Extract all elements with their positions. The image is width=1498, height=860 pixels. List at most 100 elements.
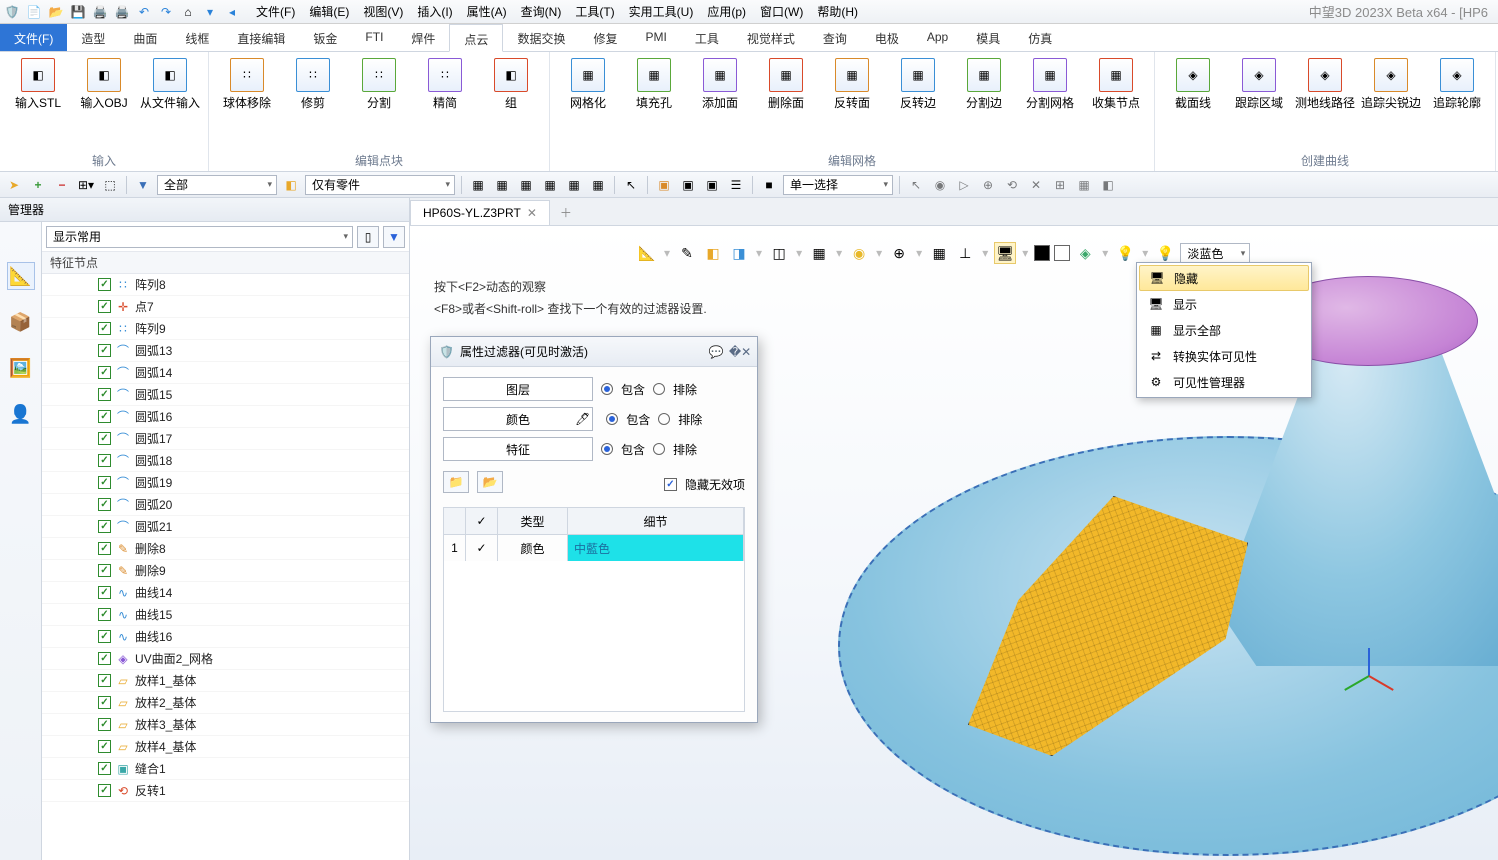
part-view-icon[interactable]: 📦 (7, 308, 35, 336)
nav-prev-icon[interactable]: ◂ (224, 4, 240, 20)
cursor-icon[interactable]: ➤ (4, 175, 24, 195)
ribbon-button[interactable]: ▦删除面 (756, 56, 816, 112)
tree-item-checkbox[interactable]: ✓ (98, 762, 111, 775)
dropdown-arrow-icon[interactable]: ▾ (202, 4, 218, 20)
ribbon-tab[interactable]: 钣金 (299, 24, 351, 51)
menu-icon[interactable]: ☰ (726, 175, 746, 195)
tree-item[interactable]: ✓▱放样2_基体 (42, 692, 409, 714)
tool-icon[interactable]: ▦ (588, 175, 608, 195)
ribbon-button[interactable]: ∷精简 (415, 56, 475, 112)
exclude-radio[interactable] (653, 383, 665, 395)
filter-field[interactable]: 图层 (443, 377, 593, 401)
ribbon-tab[interactable]: FTI (351, 24, 397, 51)
tree-item[interactable]: ✓▱放样1_基体 (42, 670, 409, 692)
filter-field[interactable]: 特征 (443, 437, 593, 461)
tree-item-checkbox[interactable]: ✓ (98, 564, 111, 577)
tree-item-checkbox[interactable]: ✓ (98, 784, 111, 797)
menu-item[interactable]: 编辑(E) (303, 1, 355, 22)
axis-icon[interactable]: 📐 (636, 242, 658, 264)
layers-icon[interactable]: ◈ (1074, 242, 1096, 264)
document-tab[interactable]: HP60S-YL.Z3PRT ✕ (410, 200, 550, 225)
ribbon-tab[interactable]: PMI (631, 24, 680, 51)
tree-item[interactable]: ✓✎删除8 (42, 538, 409, 560)
tool-icon[interactable]: ⊕ (978, 175, 998, 195)
dropdown-item[interactable]: 🖥显示 (1139, 291, 1309, 317)
grid-header-check[interactable]: ✓ (466, 508, 498, 534)
cube-icon[interactable]: ◨ (728, 242, 750, 264)
tree-item[interactable]: ✓▣缝合1 (42, 758, 409, 780)
filter-combo-all[interactable]: 全部 (157, 175, 277, 195)
wireframe-icon[interactable]: ◫ (768, 242, 790, 264)
tree-item-checkbox[interactable]: ✓ (98, 366, 111, 379)
tool-icon[interactable]: ▦ (1074, 175, 1094, 195)
tool-icon[interactable]: ↖ (906, 175, 926, 195)
include-radio[interactable] (606, 413, 618, 425)
tool-icon[interactable]: ▣ (678, 175, 698, 195)
ribbon-button[interactable]: ◧输入OBJ (74, 56, 134, 112)
ribbon-button[interactable]: ◈追踪轮廓 (1427, 56, 1487, 112)
visibility-dropdown[interactable]: 🖥隐藏🖥显示▦显示全部⇄转换实体可见性⚙可见性管理器 (1136, 262, 1312, 398)
open-icon[interactable]: 📂 (48, 4, 64, 20)
tree-item-checkbox[interactable]: ✓ (98, 410, 111, 423)
new-icon[interactable]: 📄 (26, 4, 42, 20)
tree-item[interactable]: ✓⌒圆弧14 (42, 362, 409, 384)
save-icon[interactable]: 💾 (70, 4, 86, 20)
grid-icon[interactable]: ▦ (928, 242, 950, 264)
folder-add-icon[interactable]: 📁 (443, 471, 469, 493)
ribbon-tab[interactable]: 模具 (962, 24, 1014, 51)
menu-item[interactable]: 查询(N) (515, 1, 568, 22)
menu-item[interactable]: 应用(p) (701, 1, 752, 22)
tree-item-checkbox[interactable]: ✓ (98, 652, 111, 665)
tree-item-checkbox[interactable]: ✓ (98, 388, 111, 401)
tree-item[interactable]: ✓✎删除9 (42, 560, 409, 582)
folder-remove-icon[interactable]: 📂 (477, 471, 503, 493)
tree-item[interactable]: ✓⌒圆弧13 (42, 340, 409, 362)
tree-item[interactable]: ✓∷阵列9 (42, 318, 409, 340)
ribbon-button[interactable]: ∷球体移除 (217, 56, 277, 112)
tree-item-checkbox[interactable]: ✓ (98, 476, 111, 489)
exclude-radio[interactable] (653, 443, 665, 455)
filter-clear-button[interactable]: ▯ (357, 226, 379, 248)
ribbon-button[interactable]: ◈追踪尖锐边 (1361, 56, 1421, 112)
tree-item[interactable]: ✓▱放样3_基体 (42, 714, 409, 736)
new-tab-button[interactable]: ＋ (550, 198, 582, 225)
ribbon-button[interactable]: ▦添加面 (690, 56, 750, 112)
tree-item-checkbox[interactable]: ✓ (98, 454, 111, 467)
menu-item[interactable]: 属性(A) (461, 1, 513, 22)
user-view-icon[interactable]: 👤 (7, 400, 35, 428)
monitor-icon[interactable]: 🖥 (994, 242, 1016, 264)
filter-funnel-button[interactable]: ▼ (383, 226, 405, 248)
ribbon-button[interactable]: ◈截面线 (1163, 56, 1223, 112)
menu-item[interactable]: 插入(I) (411, 1, 458, 22)
ribbon-button[interactable]: ▦收集节点 (1086, 56, 1146, 112)
menu-item[interactable]: 工具(T) (569, 1, 620, 22)
pointer-icon[interactable]: ↖ (621, 175, 641, 195)
tree-item[interactable]: ✓⌒圆弧20 (42, 494, 409, 516)
filter-icon[interactable]: ▼ (133, 175, 153, 195)
ribbon-button[interactable]: ◧组 (481, 56, 541, 112)
ribbon-tab[interactable]: 视觉样式 (733, 24, 809, 51)
tree-item[interactable]: ✓⌒圆弧16 (42, 406, 409, 428)
select-region-icon[interactable]: ⬚ (100, 175, 120, 195)
ribbon-button[interactable]: ◧输入STL (8, 56, 68, 112)
minus-icon[interactable]: − (52, 175, 72, 195)
tree-item-checkbox[interactable]: ✓ (98, 630, 111, 643)
ribbon-tab[interactable]: 查询 (809, 24, 861, 51)
attribute-filter-dialog[interactable]: 🛡️ 属性过滤器(可见时激活) 💬 �✕ 图层包含排除颜色🖊包含排除特征包含排除… (430, 336, 758, 723)
tree-item-checkbox[interactable]: ✓ (98, 542, 111, 555)
ribbon-tab[interactable]: 电极 (861, 24, 913, 51)
ribbon-button[interactable]: ▦分割边 (954, 56, 1014, 112)
display-combo[interactable]: 显示常用 (46, 226, 353, 248)
tree-item-checkbox[interactable]: ✓ (98, 718, 111, 731)
ribbon-tab[interactable]: 数据交换 (503, 24, 579, 51)
tool-icon[interactable]: ▦ (564, 175, 584, 195)
tool-icon[interactable]: ▣ (654, 175, 674, 195)
tree-item[interactable]: ✓⌒圆弧17 (42, 428, 409, 450)
tree-item-checkbox[interactable]: ✓ (98, 674, 111, 687)
tree-item[interactable]: ✓⌒圆弧15 (42, 384, 409, 406)
tool-icon[interactable]: ◧ (1098, 175, 1118, 195)
dialog-close-icon[interactable]: �✕ (731, 343, 749, 361)
wand-icon[interactable]: ✎ (676, 242, 698, 264)
color-swatch-white[interactable] (1054, 245, 1070, 261)
plus-icon[interactable]: + (28, 175, 48, 195)
